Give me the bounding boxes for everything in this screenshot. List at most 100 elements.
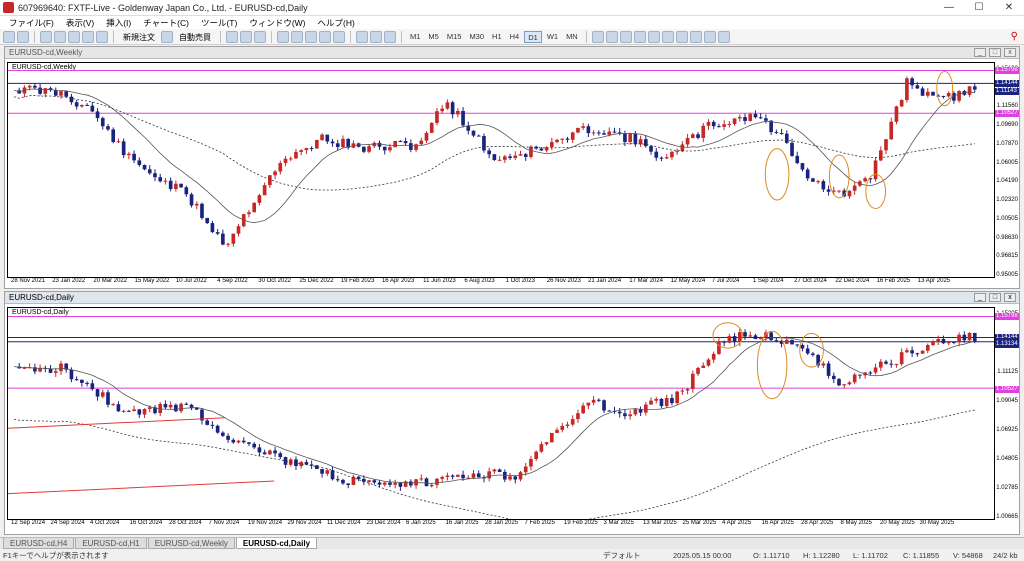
timeframe-mn[interactable]: MN [563,31,581,43]
weekly-candle [931,91,935,96]
menu-view[interactable]: 表示(V) [60,17,100,29]
indicators-icon[interactable] [356,30,368,43]
date-tick-label: 29 Nov 2024 [287,520,322,526]
profiles-icon[interactable] [17,30,29,43]
chart-shift-icon[interactable] [333,30,345,43]
menu-tools[interactable]: ツール(T) [195,17,243,29]
daily-candle [617,411,622,414]
weekly-price-axis: 1.151901.133701.115601.096901.078701.060… [995,62,1019,278]
daily-candle [205,420,210,425]
price-level-badge: 1.15798 [995,67,1019,74]
tile-windows-icon[interactable] [305,30,317,43]
timeframe-h4[interactable]: H4 [507,31,523,43]
close-button[interactable]: ✕ [994,0,1024,16]
daily-close-button[interactable]: x [1004,293,1016,302]
timeframe-m5[interactable]: M5 [425,31,441,43]
menu-insert[interactable]: 挿入(I) [100,17,137,29]
horizontal-line-icon[interactable] [633,30,646,43]
bar-chart-icon[interactable] [226,30,238,43]
tab-h4[interactable]: EURUSD-cd,H4 [3,538,75,549]
weekly-candle [247,212,251,215]
weekly-restore-button[interactable]: □ [989,48,1001,57]
fibonacci-icon[interactable] [675,30,688,43]
daily-candle [931,341,935,346]
daily-candle [664,398,669,407]
metaeditor-icon[interactable] [161,30,173,43]
data-window-icon[interactable] [54,30,66,43]
periods-icon[interactable] [370,30,382,43]
new-chart-icon[interactable] [3,30,15,43]
terminal-icon[interactable] [82,30,94,43]
candle-chart-icon[interactable] [240,30,252,43]
daily-minimize-button[interactable]: _ [974,293,986,302]
minimize-button[interactable]: — [934,0,964,16]
weekly-candle [388,147,392,151]
weekly-candle [753,114,758,118]
weekly-candle [936,95,941,97]
vertical-line-icon[interactable] [619,30,632,43]
daily-candle [429,484,434,487]
weekly-close-button[interactable]: x [1004,48,1016,57]
crosshair-icon[interactable] [605,30,618,43]
price-tick-label: 0.96815 [996,253,1018,260]
trendline-icon[interactable] [647,30,660,43]
weekly-plot-area[interactable]: EURUSD-cd,Weekly [7,62,995,278]
tab-weekly[interactable]: EURUSD-cd,Weekly [147,538,235,549]
date-tick-label: 10 Jul 2022 [175,278,207,284]
label-icon[interactable] [703,30,716,43]
timeframe-m15[interactable]: M15 [444,31,465,43]
autoscroll-icon[interactable] [319,30,331,43]
tab-daily[interactable]: EURUSD-cd,Daily [235,538,318,549]
weekly-candle [894,106,899,122]
tester-icon[interactable] [96,30,108,43]
daily-candle [137,409,142,415]
maximize-button[interactable]: ☐ [964,0,994,16]
date-tick-label: 23 Dec 2024 [366,520,401,526]
templates-icon[interactable] [384,30,396,43]
price-level-badge: 1.14144 [995,334,1019,341]
arrows-icon[interactable] [717,30,730,43]
channel-icon[interactable] [661,30,674,43]
text-icon[interactable] [689,30,702,43]
navigator-icon[interactable] [68,30,80,43]
weekly-minimize-button[interactable]: _ [974,48,986,57]
daily-candle [873,367,878,373]
tab-h1[interactable]: EURUSD-cd,H1 [75,538,147,549]
daily-plot-area[interactable]: EURUSD-cd,Daily [7,307,995,520]
daily-candle [492,469,497,472]
search-icon[interactable]: ⚲ [1011,31,1018,42]
market-watch-icon[interactable] [40,30,52,43]
weekly-candle [586,126,591,134]
timeframe-m1[interactable]: M1 [407,31,423,43]
menu-help[interactable]: ヘルプ(H) [312,17,361,29]
daily-candle [690,373,695,389]
timeframe-w1[interactable]: W1 [544,31,561,43]
daily-candle [231,439,236,443]
timeframe-h1[interactable]: H1 [489,31,505,43]
date-tick-label: 19 Feb 2023 [340,278,375,284]
daily-candle [821,363,826,366]
menu-chart[interactable]: チャート(C) [137,17,195,29]
line-chart-icon[interactable] [254,30,266,43]
daily-restore-button[interactable]: □ [989,293,1001,302]
daily-candle [899,352,904,365]
menu-file[interactable]: ファイル(F) [3,17,60,29]
timeframe-d1[interactable]: D1 [524,30,542,43]
zoom-out-icon[interactable] [291,30,303,43]
daily-candle [111,404,116,406]
weekly-candle [116,141,121,143]
weekly-candle [69,96,74,103]
daily-candle [278,453,283,458]
weekly-candle [38,87,42,94]
weekly-candle [873,160,878,180]
new-order-button[interactable]: 新規注文 [119,30,159,43]
auto-trade-button[interactable]: 自動売買 [175,30,215,43]
timeframe-m30[interactable]: M30 [466,31,487,43]
zoom-in-icon[interactable] [277,30,289,43]
cursor-icon[interactable] [591,30,604,43]
daily-candle [471,473,476,478]
menu-window[interactable]: ウィンドウ(W) [243,17,311,29]
date-tick-label: 11 Jun 2023 [423,278,456,284]
weekly-candle [805,169,810,179]
weekly-candle [957,91,961,101]
